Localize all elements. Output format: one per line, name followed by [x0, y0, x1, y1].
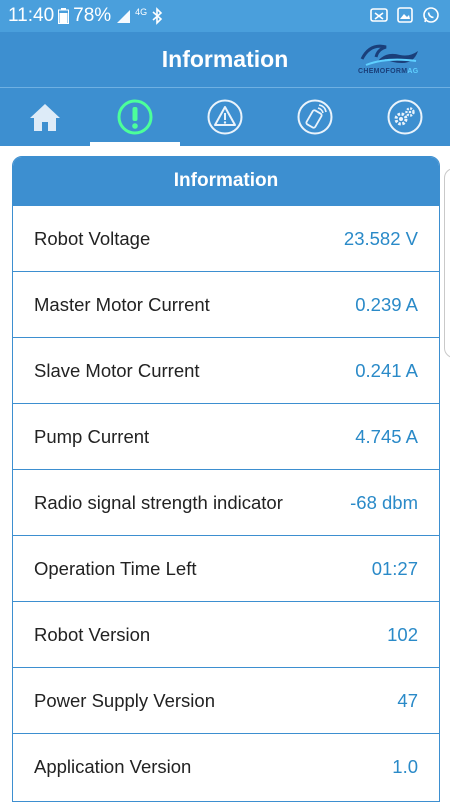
tab-home[interactable]	[0, 88, 90, 146]
row-label: Robot Version	[34, 623, 151, 645]
row-value: 102	[387, 623, 418, 645]
tab-bar	[0, 88, 450, 146]
bluetooth-icon	[152, 7, 163, 25]
logo-wordmark: CHEMOFORMAG	[358, 68, 418, 75]
status-right	[370, 6, 440, 24]
row-label: Application Version	[34, 755, 192, 777]
row-label: Power Supply Version	[34, 689, 215, 711]
row-label: Pump Current	[34, 425, 150, 447]
warning-triangle-icon	[207, 99, 243, 135]
info-row-robot-voltage: Robot Voltage 23.582 V	[13, 205, 439, 271]
info-row-application-version: Application Version 1.0	[13, 733, 439, 799]
battery-percent: 78%	[73, 5, 112, 26]
row-label: Robot Voltage	[34, 227, 151, 249]
network-type: 4G	[135, 7, 148, 17]
info-row-slave-motor-current: Slave Motor Current 0.241 A	[13, 337, 439, 403]
row-label: Operation Time Left	[34, 557, 197, 579]
tab-remote[interactable]	[270, 88, 360, 146]
tab-settings[interactable]	[360, 88, 450, 146]
row-value: -68 dbm	[350, 491, 418, 513]
status-bar: 11:40 78% 4G	[0, 0, 450, 32]
gallery-notification-icon	[397, 7, 413, 23]
info-row-operation-time-left: Operation Time Left 01:27	[13, 535, 439, 601]
row-label: Radio signal strength indicator	[34, 491, 283, 513]
row-value: 0.239 A	[355, 293, 418, 315]
tab-information[interactable]	[90, 88, 180, 146]
gears-icon	[387, 99, 423, 135]
row-value: 23.582 V	[343, 227, 418, 249]
card-title: Information	[13, 157, 439, 205]
info-row-power-supply-version: Power Supply Version 47	[13, 667, 439, 733]
row-value: 01:27	[371, 557, 418, 579]
info-row-pump-current: Pump Current 4.745 A	[13, 403, 439, 469]
info-row-robot-version: Robot Version 102	[13, 601, 439, 667]
whatsapp-icon	[423, 7, 439, 23]
information-card: Information Robot Voltage 23.582 V Maste…	[12, 156, 440, 802]
status-left: 11:40 78% 4G	[8, 5, 163, 27]
row-label: Slave Motor Current	[34, 359, 200, 381]
row-label: Master Motor Current	[34, 293, 210, 315]
active-tab-indicator	[90, 142, 180, 146]
next-card-peek[interactable]	[444, 168, 450, 358]
row-value: 1.0	[392, 755, 418, 777]
home-icon	[30, 104, 60, 131]
signal-icon	[117, 10, 131, 23]
app-header: Information CHEMOFORMAG	[0, 32, 450, 146]
logo-name: CHEMOFORM	[358, 68, 408, 75]
logo-suffix: AG	[407, 68, 419, 75]
row-value: 4.745 A	[355, 425, 418, 447]
info-row-master-motor-current: Master Motor Current 0.239 A	[13, 271, 439, 337]
remote-control-icon	[297, 99, 333, 135]
row-value: 47	[397, 689, 418, 711]
tab-alerts[interactable]	[180, 88, 270, 146]
screenshot-notification-icon	[370, 8, 388, 22]
battery-icon	[58, 8, 70, 24]
info-row-radio-signal: Radio signal strength indicator -68 dbm	[13, 469, 439, 535]
info-exclamation-icon	[117, 99, 153, 135]
row-value: 0.241 A	[355, 359, 418, 381]
clock: 11:40	[8, 5, 55, 26]
chemoform-logo-icon	[360, 44, 418, 66]
